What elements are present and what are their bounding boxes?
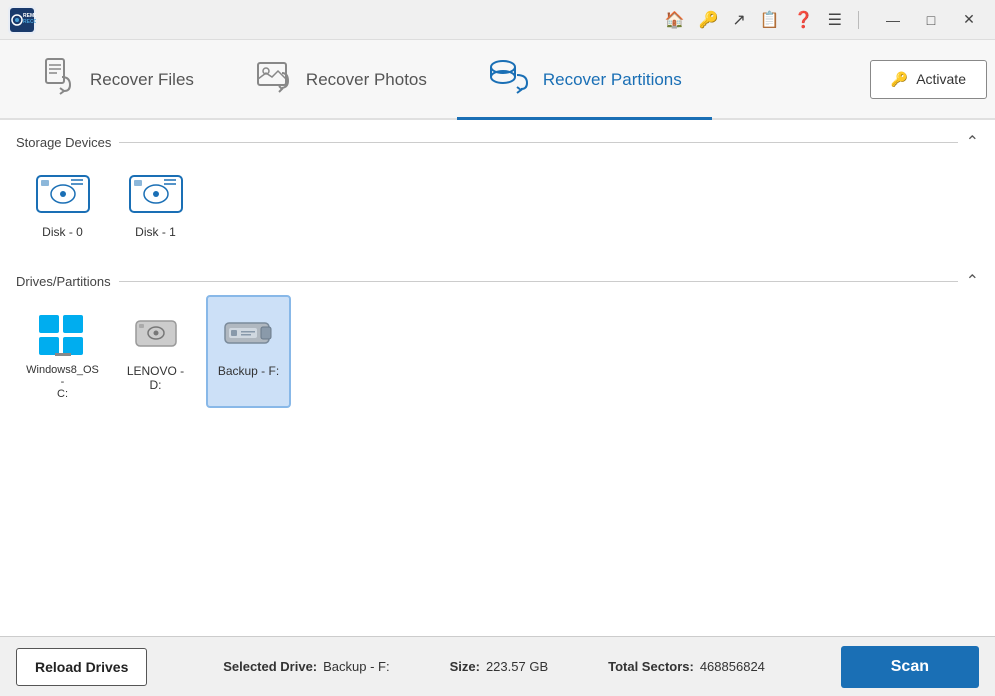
total-sectors-label: Total Sectors: xyxy=(608,659,694,674)
recover-files-icon xyxy=(38,55,78,104)
disk-1-icon xyxy=(126,166,186,221)
reload-drives-label: Reload Drives xyxy=(35,659,128,675)
app-logo-area: REMO RECOVER xyxy=(8,6,36,34)
storage-devices-section: Storage Devices ⌃ Disk - 0 xyxy=(16,132,979,259)
tab-recover-photos-label: Recover Photos xyxy=(306,70,427,90)
lenovo-drive-icon xyxy=(126,305,186,360)
titlebar-icons: 🏠 🔑 ↗ 📋 ❓ ☰ — □ ✕ xyxy=(665,6,987,34)
status-bar: Reload Drives Selected Drive: Backup - F… xyxy=(0,636,995,696)
storage-devices-chevron[interactable]: ⌃ xyxy=(966,132,979,152)
windows-drive-item[interactable]: Windows8_OS - C: xyxy=(20,295,105,408)
tab-recover-partitions[interactable]: Recover Partitions xyxy=(457,42,712,120)
menu-icon[interactable]: ☰ xyxy=(828,10,842,30)
bookmark-icon[interactable]: 📋 xyxy=(760,10,780,30)
drives-partitions-row: Windows8_OS - C: LENOVO - D: xyxy=(16,291,979,420)
tab-recover-files[interactable]: Recover Files xyxy=(8,42,224,120)
scan-button[interactable]: Scan xyxy=(841,646,979,688)
total-sectors-value: 468856824 xyxy=(700,659,765,674)
disk-1-label: Disk - 1 xyxy=(135,225,176,239)
storage-devices-line xyxy=(119,142,957,143)
drives-partitions-section: Drives/Partitions ⌃ Windows8_OS - C: xyxy=(16,271,979,420)
help-icon[interactable]: ❓ xyxy=(794,10,814,30)
tab-recover-photos[interactable]: Recover Photos xyxy=(224,42,457,120)
reload-drives-button[interactable]: Reload Drives xyxy=(16,648,147,686)
tab-recover-partitions-label: Recover Partitions xyxy=(543,70,682,90)
storage-devices-label: Storage Devices xyxy=(16,135,119,150)
tab-recover-files-label: Recover Files xyxy=(90,70,194,90)
drives-partitions-header: Drives/Partitions ⌃ xyxy=(16,271,979,291)
drives-partitions-label: Drives/Partitions xyxy=(16,274,119,289)
disk-1-item[interactable]: Disk - 1 xyxy=(113,156,198,247)
backup-drive-icon xyxy=(219,305,279,360)
disk-0-label: Disk - 0 xyxy=(42,225,83,239)
drives-partitions-line xyxy=(119,281,958,282)
lenovo-drive-label: LENOVO - D: xyxy=(121,364,190,392)
storage-devices-row: Disk - 0 Disk - 1 xyxy=(16,152,979,259)
activate-label: Activate xyxy=(916,71,966,87)
search-icon[interactable]: 🔑 xyxy=(698,10,718,30)
home-icon[interactable]: 🏠 xyxy=(665,10,685,30)
tab-bar: Recover Files Recover Photos xyxy=(0,40,995,120)
storage-devices-header: Storage Devices ⌃ xyxy=(16,132,979,152)
selected-drive-value: Backup - F: xyxy=(323,659,389,674)
backup-drive-item[interactable]: Backup - F: xyxy=(206,295,291,408)
title-bar: REMO RECOVER 🏠 🔑 ↗ 📋 ❓ ☰ — □ ✕ xyxy=(0,0,995,40)
selected-drive-label: Selected Drive: xyxy=(223,659,317,674)
size-value: 223.57 GB xyxy=(486,659,548,674)
recover-partitions-icon xyxy=(487,55,531,104)
recover-photos-icon xyxy=(254,55,294,104)
selected-drive-field: Selected Drive: Backup - F: xyxy=(223,659,389,674)
close-button[interactable]: ✕ xyxy=(951,6,987,34)
total-sectors-field: Total Sectors: 468856824 xyxy=(608,659,765,674)
disk-0-item[interactable]: Disk - 0 xyxy=(20,156,105,247)
backup-drive-label: Backup - F: xyxy=(218,364,279,378)
windows-drive-label: Windows8_OS - C: xyxy=(26,364,99,400)
activate-button[interactable]: 🔑 Activate xyxy=(870,60,987,99)
window-controls: — □ ✕ xyxy=(875,6,987,34)
share-icon[interactable]: ↗ xyxy=(732,10,745,30)
main-content: Storage Devices ⌃ Disk - 0 xyxy=(0,120,995,636)
title-divider xyxy=(858,11,859,29)
minimize-button[interactable]: — xyxy=(875,6,911,34)
scan-label: Scan xyxy=(891,658,929,675)
drives-partitions-chevron[interactable]: ⌃ xyxy=(966,271,979,291)
app-logo: REMO RECOVER xyxy=(8,6,36,34)
size-label: Size: xyxy=(450,659,480,674)
svg-text:RECOVER: RECOVER xyxy=(23,19,36,25)
status-info: Selected Drive: Backup - F: Size: 223.57… xyxy=(147,659,840,674)
size-field: Size: 223.57 GB xyxy=(450,659,549,674)
disk-0-icon xyxy=(33,166,93,221)
activate-key-icon: 🔑 xyxy=(891,71,908,88)
lenovo-drive-item[interactable]: LENOVO - D: xyxy=(113,295,198,408)
windows-drive-icon xyxy=(33,305,93,360)
maximize-button[interactable]: □ xyxy=(913,6,949,34)
